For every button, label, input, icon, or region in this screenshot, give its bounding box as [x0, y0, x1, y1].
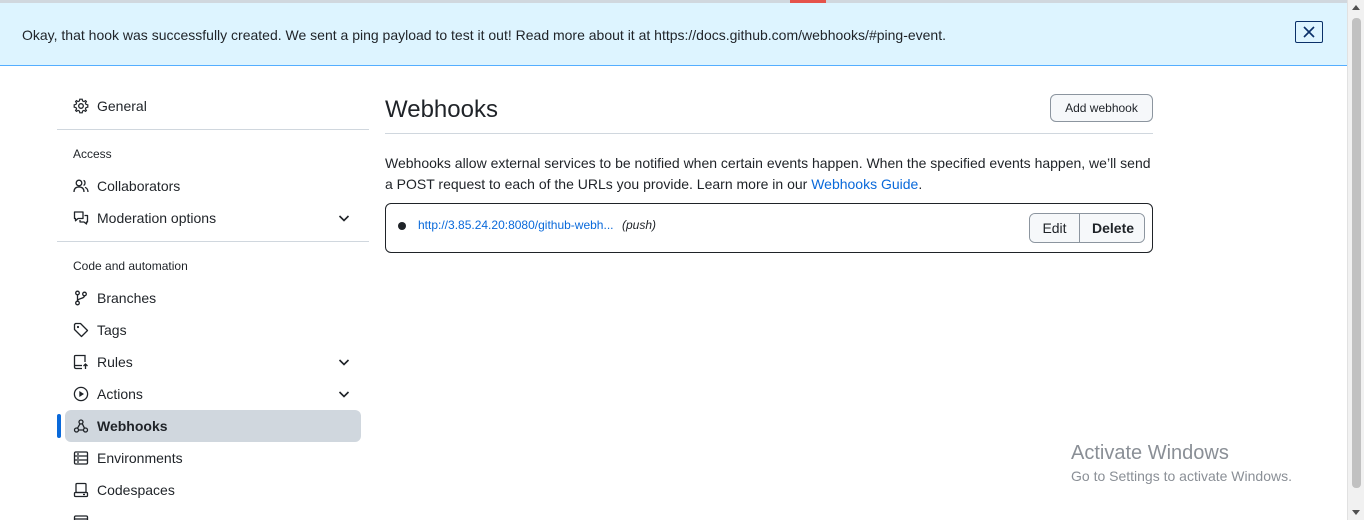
scrollbar-thumb[interactable]: [1352, 18, 1361, 488]
sidebar-item-label: Actions: [97, 386, 143, 402]
scroll-down-arrow[interactable]: [1352, 510, 1360, 515]
sidebar-item-tags[interactable]: Tags: [65, 314, 361, 346]
sidebar-item-collaborators[interactable]: Collaborators: [65, 170, 361, 202]
sidebar-item-label: Collaborators: [97, 178, 181, 194]
sidebar-item-codespaces[interactable]: Codespaces: [65, 474, 361, 506]
chevron-down-icon: [338, 215, 350, 222]
activate-windows-watermark: Activate Windows Go to Settings to activ…: [1071, 442, 1292, 484]
webhook-list: http://3.85.24.20:8080/github-webh... (p…: [385, 203, 1153, 253]
delete-webhook-button[interactable]: Delete: [1080, 214, 1144, 242]
sidebar-item-label: Webhooks: [97, 418, 168, 434]
flash-close-button[interactable]: [1295, 21, 1323, 43]
description-text: Webhooks allow external services to be n…: [385, 155, 1151, 192]
sidebar-item-partially-visible[interactable]: [65, 506, 361, 520]
sidebar-item-environments[interactable]: Environments: [65, 442, 361, 474]
title-divider: [385, 133, 1153, 134]
sidebar-item-branches[interactable]: Branches: [65, 282, 361, 314]
person-icon: [73, 178, 89, 194]
play-icon: [73, 386, 89, 402]
watermark-title: Activate Windows: [1071, 442, 1229, 464]
edit-webhook-button[interactable]: Edit: [1030, 214, 1080, 242]
scroll-up-arrow[interactable]: [1352, 5, 1360, 10]
webhooks-guide-link[interactable]: Webhooks Guide: [811, 176, 918, 192]
page-title: Webhooks: [385, 96, 498, 123]
watermark-subtitle: Go to Settings to activate Windows.: [1071, 468, 1292, 484]
sidebar-item-label: Moderation options: [97, 210, 217, 226]
close-icon: [1303, 26, 1315, 38]
sidebar-item-label: General: [97, 98, 147, 114]
codespaces-icon: [73, 482, 89, 498]
section-heading-code-automation: Code and automation: [73, 259, 188, 273]
comment-discussion-icon: [73, 210, 89, 226]
sidebar-item-label: Rules: [97, 354, 133, 370]
sidebar-divider: [57, 129, 369, 130]
section-heading-access: Access: [73, 147, 112, 161]
sidebar-item-label: Codespaces: [97, 482, 175, 498]
sidebar-item-webhooks[interactable]: Webhooks: [65, 410, 361, 442]
add-webhook-button[interactable]: Add webhook: [1050, 94, 1153, 122]
sidebar-item-label: Environments: [97, 450, 183, 466]
success-flash-banner: Okay, that hook was successfully created…: [0, 3, 1347, 66]
flash-message: Okay, that hook was successfully created…: [22, 27, 946, 43]
vertical-scrollbar[interactable]: [1347, 0, 1364, 520]
webhook-icon: [73, 418, 89, 434]
webhook-status-dot: [398, 222, 406, 230]
webhooks-description: Webhooks allow external services to be n…: [385, 153, 1153, 195]
webhook-url-link[interactable]: http://3.85.24.20:8080/github-webh...: [418, 218, 613, 232]
gear-icon: [73, 98, 89, 114]
git-branch-icon: [73, 290, 89, 306]
sidebar-divider: [57, 241, 369, 242]
active-indicator: [57, 414, 61, 438]
webhook-event: (push): [622, 218, 657, 232]
sidebar-item-rules[interactable]: Rules: [65, 346, 361, 378]
sidebar-item-moderation[interactable]: Moderation options: [65, 202, 361, 234]
page-icon: [73, 514, 89, 520]
server-icon: [73, 450, 89, 466]
repo-push-icon: [73, 354, 89, 370]
sidebar-item-label: Tags: [97, 322, 127, 338]
tag-icon: [73, 322, 89, 338]
sidebar-item-actions[interactable]: Actions: [65, 378, 361, 410]
description-end: .: [918, 176, 923, 192]
chevron-down-icon: [338, 359, 350, 366]
sidebar-item-general[interactable]: General: [65, 90, 361, 122]
sidebar-item-label: Branches: [97, 290, 157, 306]
webhook-actions: Edit Delete: [1029, 213, 1145, 243]
chevron-down-icon: [338, 391, 350, 398]
